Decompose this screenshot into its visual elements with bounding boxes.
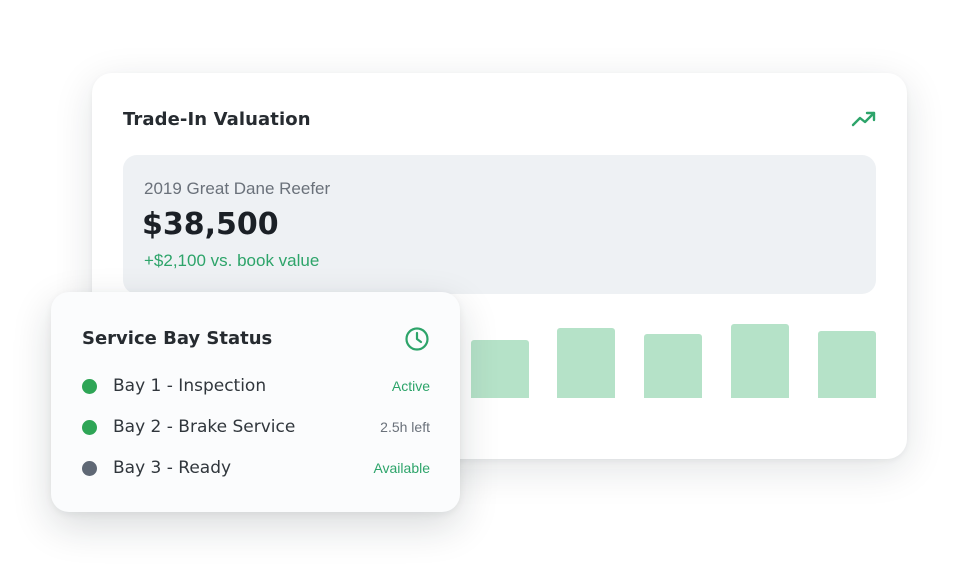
valuation-title: Trade-In Valuation	[123, 109, 311, 130]
valuation-bar	[731, 324, 790, 398]
stage: Trade-In Valuation 2019 Great Dane Reefe…	[0, 0, 965, 575]
valuation-delta: +$2,100 vs. book value	[144, 251, 320, 270]
service-title: Service Bay Status	[82, 328, 273, 349]
bay-status: Active	[391, 378, 430, 394]
valuation-bar	[557, 328, 616, 398]
bay-label: Bay 3 - Ready	[113, 458, 232, 478]
valuation-bar	[818, 331, 876, 398]
bay-status-dot	[82, 379, 97, 394]
clock-icon	[405, 327, 429, 351]
bay-status: Available	[373, 460, 430, 476]
service-bay-status-card: Service Bay Status Bay 1 - Inspection Ac…	[51, 292, 460, 512]
valuation-bar	[470, 340, 529, 398]
valuation-quote-box: 2019 Great Dane Reefer $38,500 +$2,100 v…	[123, 155, 876, 294]
valuation-price: $38,500	[142, 207, 279, 242]
bay-row[interactable]: Bay 1 - Inspection Active	[82, 375, 430, 399]
valuation-bar	[644, 334, 703, 398]
bay-status: 2.5h left	[380, 419, 430, 435]
trending-up-icon	[851, 111, 876, 127]
bay-row[interactable]: Bay 2 - Brake Service 2.5h left	[82, 416, 430, 440]
vehicle-name: 2019 Great Dane Reefer	[144, 179, 331, 198]
bay-label: Bay 2 - Brake Service	[113, 417, 296, 437]
bay-row[interactable]: Bay 3 - Ready Available	[82, 457, 430, 481]
bay-status-dot	[82, 420, 97, 435]
bay-status-dot	[82, 461, 97, 476]
bay-label: Bay 1 - Inspection	[113, 376, 267, 396]
